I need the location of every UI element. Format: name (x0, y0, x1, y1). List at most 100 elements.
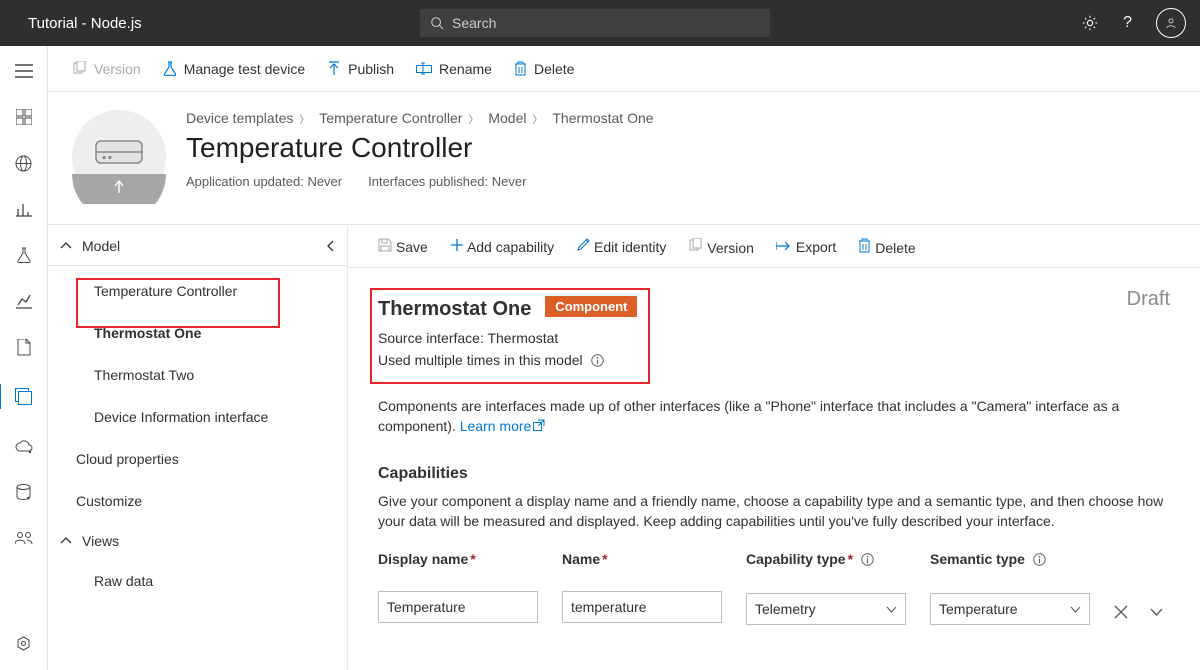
plus-icon (450, 238, 464, 252)
chevron-right-icon: 〉 (532, 115, 542, 126)
export-icon (776, 240, 792, 252)
chevron-up-icon (60, 537, 72, 545)
component-badge: Component (545, 296, 637, 317)
breadcrumb-item[interactable]: Device templates (186, 110, 293, 126)
publish-button[interactable]: Publish (327, 61, 394, 77)
chevron-right-icon: 〉 (468, 115, 478, 126)
flask-icon (163, 61, 177, 76)
info-icon[interactable] (1033, 553, 1046, 569)
delete-label: Delete (534, 61, 574, 77)
rename-button[interactable]: Rename (416, 61, 492, 77)
capability-type-value: Telemetry (755, 601, 816, 617)
chevron-up-icon[interactable] (60, 242, 72, 250)
capability-type-select[interactable]: Telemetry (746, 593, 906, 625)
component-title: Thermostat One (378, 298, 531, 321)
device-templates-icon[interactable] (0, 384, 46, 409)
cloud-icon[interactable] (15, 437, 33, 455)
learn-more-link[interactable]: Learn more (460, 418, 546, 434)
display-name-value: Temperature (387, 599, 466, 615)
info-icon[interactable] (861, 553, 874, 569)
chevron-left-icon[interactable] (327, 240, 335, 252)
chart-line-icon[interactable] (15, 292, 33, 310)
breadcrumb: Device templates 〉 Temperature Controller… (186, 110, 654, 126)
semantic-type-value: Temperature (939, 601, 1018, 617)
globe-icon[interactable] (15, 154, 33, 172)
device-template-icon (72, 110, 166, 204)
search-placeholder: Search (452, 15, 496, 31)
display-name-label: Display name (378, 551, 468, 567)
chevron-down-icon[interactable] (1150, 608, 1163, 616)
version-button-2: Version (688, 238, 754, 256)
name-label: Name (562, 551, 600, 567)
users-icon[interactable] (15, 529, 33, 547)
chevron-right-icon: 〉 (299, 115, 309, 126)
capabilities-description: Give your component a display name and a… (378, 491, 1170, 532)
chevron-down-icon (886, 606, 897, 613)
meta-value: Never (307, 174, 342, 189)
delete-icon (514, 61, 527, 76)
manage-label: Manage test device (184, 61, 305, 77)
tree-item-thermostat-two[interactable]: Thermostat Two (48, 354, 347, 396)
tree-item-thermostat-one[interactable]: Thermostat One (48, 312, 347, 354)
rename-label: Rename (439, 61, 492, 77)
export-label: Export (796, 239, 836, 255)
gear-icon[interactable] (1081, 14, 1099, 32)
breadcrumb-item[interactable]: Temperature Controller (319, 110, 462, 126)
external-link-icon (533, 418, 545, 434)
publish-icon (327, 61, 341, 76)
save-label: Save (396, 239, 428, 255)
file-icon[interactable] (15, 338, 33, 356)
breadcrumb-item: Thermostat One (552, 110, 653, 126)
save-icon (378, 238, 392, 252)
settings-icon[interactable] (15, 634, 33, 652)
menu-icon[interactable] (15, 62, 33, 80)
chevron-down-icon (1070, 606, 1081, 613)
dashboard-icon[interactable] (15, 108, 33, 126)
capability-type-label: Capability type (746, 551, 846, 567)
app-title: Tutorial - Node.js (28, 15, 142, 32)
tree-item-customize[interactable]: Customize (48, 480, 347, 522)
tree-group-views[interactable]: Views (48, 522, 347, 560)
tree-item-device-info[interactable]: Device Information interface (48, 396, 347, 438)
tree-item-interface[interactable]: Temperature Controller (48, 270, 347, 312)
manage-test-device-button[interactable]: Manage test device (163, 61, 305, 77)
version-icon (72, 61, 87, 76)
edit-icon (576, 238, 590, 252)
delete-button[interactable]: Delete (514, 61, 574, 77)
add-capability-button[interactable]: Add capability (450, 238, 554, 255)
tree-views-label: Views (82, 533, 119, 549)
display-name-input[interactable]: Temperature (378, 591, 538, 623)
page-title: Temperature Controller (186, 132, 654, 164)
semantic-type-select[interactable]: Temperature (930, 593, 1090, 625)
name-input[interactable]: temperature (562, 591, 722, 623)
name-value: temperature (571, 599, 646, 615)
tree-item-cloud-properties[interactable]: Cloud properties (48, 438, 347, 480)
info-icon[interactable] (591, 354, 604, 370)
export-button[interactable]: Export (776, 239, 836, 255)
learn-more-label: Learn more (460, 418, 532, 434)
edit-identity-button[interactable]: Edit identity (576, 238, 666, 255)
capabilities-heading: Capabilities (378, 465, 1170, 483)
version-label: Version (94, 61, 141, 77)
tree-item-raw-data[interactable]: Raw data (48, 560, 347, 602)
required-mark: * (602, 551, 607, 567)
help-icon[interactable]: ? (1123, 14, 1132, 32)
tree-root[interactable]: Model (82, 238, 120, 254)
search-input[interactable]: Search (420, 9, 770, 37)
edit-label: Edit identity (594, 239, 666, 255)
version-button: Version (72, 61, 141, 77)
flask-icon[interactable] (15, 246, 33, 264)
breadcrumb-item[interactable]: Model (488, 110, 526, 126)
draft-status: Draft (1127, 288, 1170, 311)
storage-icon[interactable] (15, 483, 33, 501)
save-button: Save (378, 238, 428, 255)
delete-icon (858, 238, 871, 253)
search-icon (430, 16, 444, 30)
delete-button-2[interactable]: Delete (858, 238, 915, 256)
close-icon[interactable] (1114, 605, 1128, 619)
meta-value: Never (492, 174, 527, 189)
rename-icon (416, 62, 432, 75)
chart-bar-icon[interactable] (15, 200, 33, 218)
avatar[interactable] (1156, 8, 1186, 38)
source-interface-text: Source interface: Thermostat (378, 329, 1170, 349)
